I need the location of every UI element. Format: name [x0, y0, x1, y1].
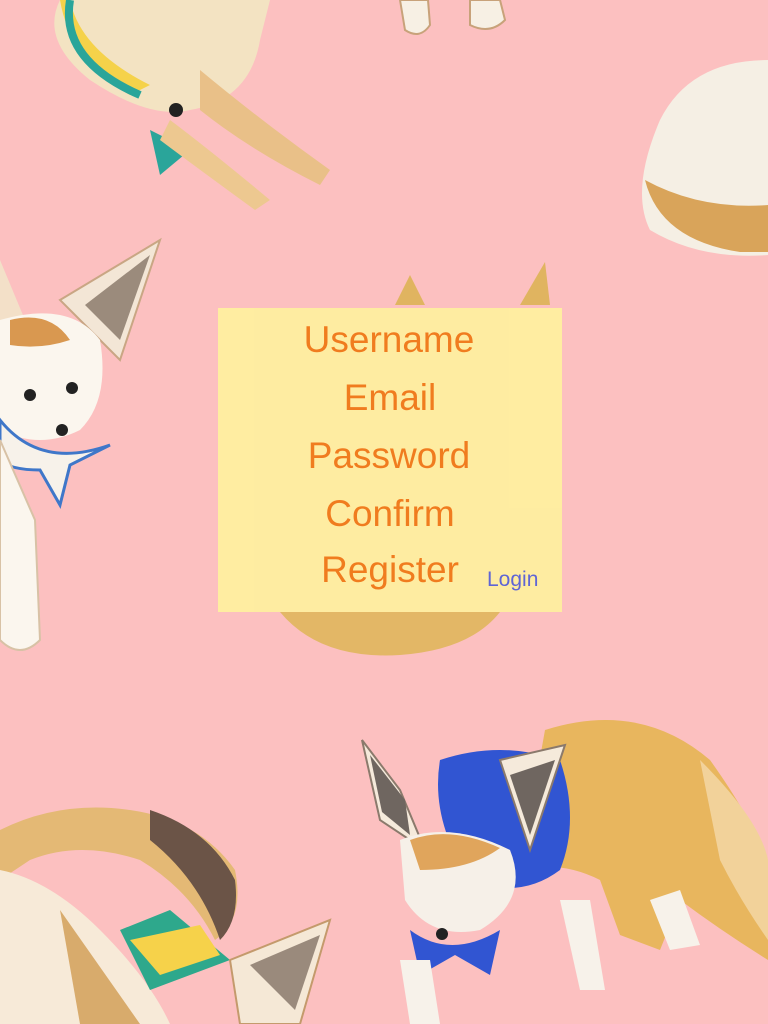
fox-illustration-bottom-left — [0, 807, 332, 1024]
register-form-panel: Username Email Password Confirm Register… — [218, 308, 562, 612]
password-field[interactable]: Password — [217, 434, 561, 478]
register-button[interactable]: Register — [310, 548, 470, 592]
fox-illustration-top-left — [54, 0, 330, 210]
login-link[interactable]: Login — [487, 567, 538, 593]
fox-illustration-bottom-right — [361, 720, 768, 1024]
fox-illustration-top-right — [642, 60, 768, 256]
email-field[interactable]: Email — [218, 376, 562, 420]
confirm-password-field[interactable]: Confirm — [218, 492, 562, 536]
username-field[interactable]: Username — [217, 318, 561, 362]
fox-paws-top-middle — [398, 0, 507, 35]
fox-illustration-left — [0, 237, 162, 651]
